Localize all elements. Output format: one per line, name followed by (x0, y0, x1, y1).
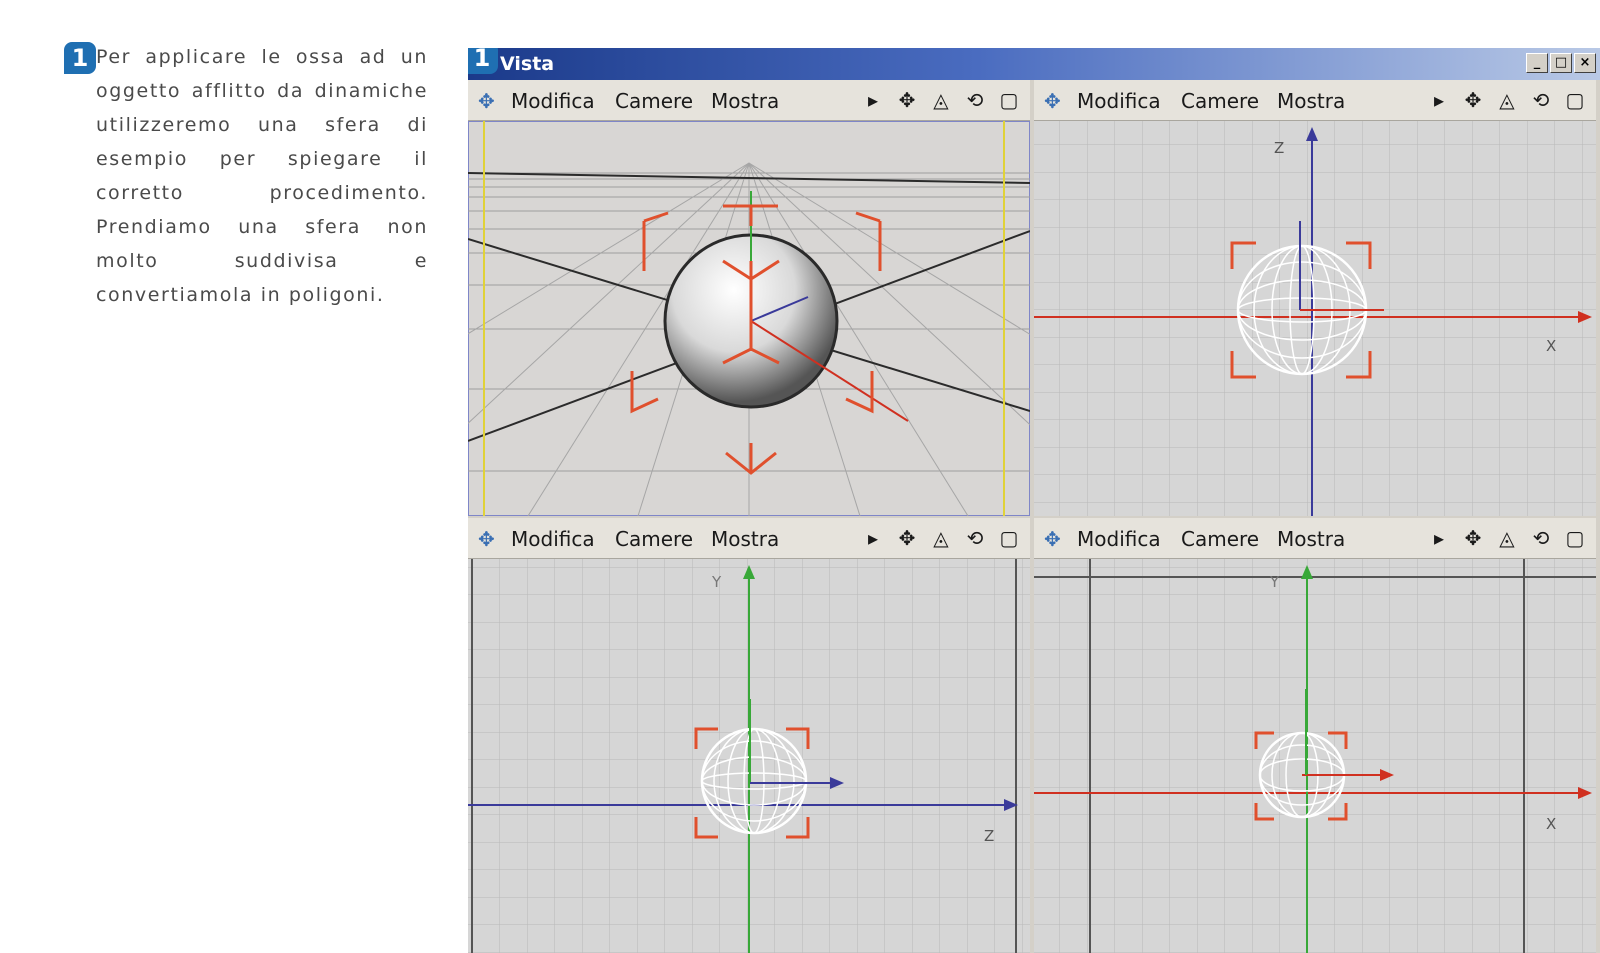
article-paragraph: Per applicare le ossa ad un oggetto affl… (96, 46, 428, 306)
rotate-icon[interactable]: ⟲ (962, 526, 988, 550)
step-number-badge: 1 (64, 42, 96, 74)
axis-label-z: Z (1274, 139, 1284, 157)
play-arrow-icon[interactable]: ▸ (1426, 526, 1452, 550)
viewport-canvas-top[interactable]: Y X (1034, 559, 1596, 953)
top-view: Y X (1034, 559, 1596, 953)
menu-camere[interactable]: Camere (615, 89, 693, 113)
scale-icon[interactable]: ◬ (1494, 88, 1520, 112)
scale-icon[interactable]: ◬ (928, 526, 954, 550)
viewport-nav-icon[interactable]: ✥ (1044, 89, 1061, 113)
maximize-view-icon[interactable]: ▢ (1562, 88, 1588, 112)
move-icon[interactable]: ✥ (1460, 88, 1486, 112)
window-controls: _ □ × (1526, 53, 1596, 73)
viewport-menu-bar: ✥ Modifica Camere Mostra ▸ ✥ ◬ ⟲ ▢ (1034, 80, 1596, 121)
viewport-menu-bar: ✥ Modifica Camere Mostra ▸ ✥ ◬ ⟲ ▢ (1034, 518, 1596, 559)
viewport-nav-icon[interactable]: ✥ (478, 89, 495, 113)
menu-mostra[interactable]: Mostra (1277, 527, 1345, 551)
menu-modifica[interactable]: Modifica (1077, 89, 1161, 113)
window-step-badge: 1 (468, 48, 498, 74)
maximize-view-icon[interactable]: ▢ (996, 88, 1022, 112)
viewport-side: ✥ Modifica Camere Mostra ▸ ✥ ◬ ⟲ ▢ Y Z (468, 518, 1030, 953)
scale-icon[interactable]: ◬ (928, 88, 954, 112)
viewport-tools: ▸ ✥ ◬ ⟲ ▢ (1426, 526, 1588, 550)
play-arrow-icon[interactable]: ▸ (860, 88, 886, 112)
side-view: Y Z (468, 559, 1030, 953)
viewport-front: ✥ Modifica Camere Mostra ▸ ✥ ◬ ⟲ ▢ Z X (1034, 80, 1596, 516)
menu-camere[interactable]: Camere (1181, 89, 1259, 113)
viewport-top: ✥ Modifica Camere Mostra ▸ ✥ ◬ ⟲ ▢ Y X (1034, 518, 1596, 953)
move-icon[interactable]: ✥ (894, 88, 920, 112)
window-title-bar[interactable]: Vista _ □ × (468, 48, 1600, 80)
axis-label-x: X (1546, 815, 1556, 833)
axis-label-z: Z (984, 827, 994, 845)
maximize-button[interactable]: □ (1550, 53, 1572, 73)
play-arrow-icon[interactable]: ▸ (1426, 88, 1452, 112)
perspective-view (468, 121, 1030, 516)
rotate-icon[interactable]: ⟲ (962, 88, 988, 112)
maximize-view-icon[interactable]: ▢ (996, 526, 1022, 550)
window-title: Vista (500, 53, 555, 75)
front-view: Z X (1034, 121, 1596, 516)
axis-label-y: Y (711, 573, 722, 591)
menu-modifica[interactable]: Modifica (1077, 527, 1161, 551)
move-icon[interactable]: ✥ (1460, 526, 1486, 550)
viewport-tools: ▸ ✥ ◬ ⟲ ▢ (1426, 88, 1588, 112)
viewport-tools: ▸ ✥ ◬ ⟲ ▢ (860, 88, 1022, 112)
viewport-grid: ✥ Modifica Camere Mostra ▸ ✥ ◬ ⟲ ▢ ✥ Mod… (468, 80, 1600, 953)
menu-camere[interactable]: Camere (615, 527, 693, 551)
vista-window: 1 Vista _ □ × ✥ Modifica Camere Mostra ▸… (468, 48, 1600, 953)
close-button[interactable]: × (1574, 53, 1596, 73)
viewport-tools: ▸ ✥ ◬ ⟲ ▢ (860, 526, 1022, 550)
play-arrow-icon[interactable]: ▸ (860, 526, 886, 550)
scale-icon[interactable]: ◬ (1494, 526, 1520, 550)
rotate-icon[interactable]: ⟲ (1528, 526, 1554, 550)
rotate-icon[interactable]: ⟲ (1528, 88, 1554, 112)
menu-modifica[interactable]: Modifica (511, 89, 595, 113)
article: 1 Per applicare le ossa ad un oggetto af… (64, 40, 428, 312)
viewport-menu-bar: ✥ Modifica Camere Mostra ▸ ✥ ◬ ⟲ ▢ (468, 80, 1030, 121)
menu-modifica[interactable]: Modifica (511, 527, 595, 551)
viewport-nav-icon[interactable]: ✥ (478, 527, 495, 551)
move-icon[interactable]: ✥ (894, 526, 920, 550)
viewport-menu-bar: ✥ Modifica Camere Mostra ▸ ✥ ◬ ⟲ ▢ (468, 518, 1030, 559)
menu-mostra[interactable]: Mostra (1277, 89, 1345, 113)
axis-label-y: Y (1269, 573, 1280, 591)
menu-camere[interactable]: Camere (1181, 527, 1259, 551)
viewport-canvas-front[interactable]: Z X (1034, 121, 1596, 516)
maximize-view-icon[interactable]: ▢ (1562, 526, 1588, 550)
viewport-canvas-side[interactable]: Y Z (468, 559, 1030, 953)
menu-mostra[interactable]: Mostra (711, 527, 779, 551)
viewport-nav-icon[interactable]: ✥ (1044, 527, 1061, 551)
menu-mostra[interactable]: Mostra (711, 89, 779, 113)
minimize-button[interactable]: _ (1526, 53, 1548, 73)
viewport-canvas-perspective[interactable] (468, 121, 1030, 516)
axis-label-x: X (1546, 337, 1556, 355)
viewport-perspective: ✥ Modifica Camere Mostra ▸ ✥ ◬ ⟲ ▢ (468, 80, 1030, 516)
